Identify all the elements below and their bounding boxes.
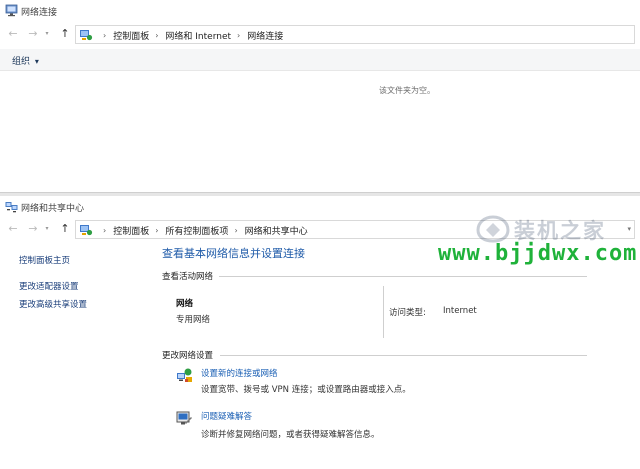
breadcrumb-separator[interactable]: › (155, 31, 158, 40)
breadcrumb-item[interactable]: 控制面板 (113, 29, 149, 42)
new-connection-icon (177, 368, 192, 382)
control-panel-icon (80, 30, 93, 41)
recent-locations-icon[interactable]: ▾ (43, 225, 51, 233)
breadcrumb-separator: › (103, 226, 107, 235)
network-connections-icon (5, 4, 18, 17)
network-name: 网络 (176, 299, 194, 309)
control-panel-icon (80, 225, 93, 236)
recent-locations-icon[interactable]: ▾ (43, 30, 51, 38)
command-bar: 组织 ▾ (0, 49, 640, 71)
breadcrumb-item[interactable]: 网络和 Internet (165, 29, 231, 42)
chevron-down-icon: ▾ (34, 57, 39, 66)
watermark-logo-icon (476, 215, 510, 243)
up-arrow-icon[interactable]: ↑ (58, 222, 72, 236)
vertical-divider (383, 286, 384, 338)
page-title: 查看基本网络信息并设置连接 (162, 247, 305, 260)
breadcrumb: › 控制面板 › 所有控制面板项 › 网络和共享中心 (97, 224, 308, 237)
sidebar-item-adapter-settings[interactable]: 更改适配器设置 (19, 280, 79, 292)
troubleshoot-problems-link[interactable]: 问题疑难解答 (201, 410, 252, 422)
network-type[interactable]: 专用网络 (176, 313, 210, 325)
breadcrumb-item[interactable]: 控制面板 (113, 224, 149, 237)
navigation-bar: ← → ▾ ↑ › 控制面板 › 网络和 Internet › 网络连接 (0, 24, 640, 46)
address-bar[interactable]: › 控制面板 › 网络和 Internet › 网络连接 (75, 25, 635, 44)
forward-arrow-icon[interactable]: → (26, 222, 40, 236)
up-arrow-icon[interactable]: ↑ (58, 27, 72, 41)
setup-new-connection-description: 设置宽带、拨号或 VPN 连接；或设置路由器或接入点。 (201, 385, 411, 395)
section-divider (220, 355, 587, 356)
sidebar-item-control-panel-home[interactable]: 控制面板主页 (19, 254, 70, 266)
breadcrumb-item[interactable]: 所有控制面板项 (165, 224, 228, 237)
breadcrumb-separator[interactable]: › (234, 226, 237, 235)
network-sharing-icon (5, 202, 18, 213)
organize-button[interactable]: 组织 ▾ (12, 54, 39, 67)
window-title: 网络连接 (21, 8, 58, 18)
troubleshoot-problems-description: 诊断并修复网络问题，或者获得疑难解答信息。 (201, 430, 380, 440)
organize-label: 组织 (12, 57, 31, 67)
empty-folder-message: 该文件夹为空。 (379, 86, 435, 95)
access-type-label: 访问类型: (389, 308, 426, 318)
breadcrumb-item[interactable]: 网络和共享中心 (245, 224, 308, 237)
active-networks-label: 查看活动网络 (162, 272, 214, 282)
window-title: 网络和共享中心 (21, 204, 85, 214)
troubleshoot-icon (176, 411, 192, 425)
breadcrumb-separator[interactable]: › (237, 31, 240, 40)
breadcrumb-item[interactable]: 网络连接 (247, 29, 283, 42)
breadcrumb-separator[interactable]: › (155, 226, 158, 235)
section-divider (219, 276, 587, 277)
access-type-value: Internet (443, 306, 477, 316)
back-arrow-icon[interactable]: ← (6, 222, 20, 236)
breadcrumb-separator: › (103, 31, 107, 40)
change-settings-label: 更改网络设置 (162, 351, 214, 361)
forward-arrow-icon[interactable]: → (26, 27, 40, 41)
watermark-url-text: www.bjjdwx.com (438, 241, 638, 266)
breadcrumb: › 控制面板 › 网络和 Internet › 网络连接 (97, 29, 283, 42)
network-connections-window: 网络连接 ← → ▾ ↑ › 控制面板 › 网络和 Internet › 网络连… (0, 0, 640, 192)
setup-new-connection-link[interactable]: 设置新的连接或网络 (201, 367, 278, 379)
site-watermark: 装机之家 www.bjjdwx.com (398, 213, 636, 271)
back-arrow-icon[interactable]: ← (6, 27, 20, 41)
sidebar-item-advanced-sharing[interactable]: 更改高级共享设置 (19, 298, 87, 310)
title-bar: 网络连接 (0, 0, 640, 22)
